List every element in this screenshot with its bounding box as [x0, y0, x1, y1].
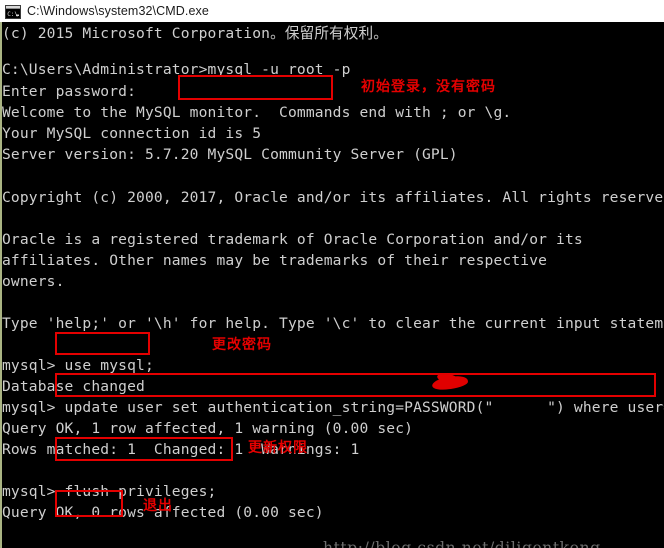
console-line: Your MySQL connection id is 5: [2, 125, 262, 142]
console-line: mysql> flush privileges;: [2, 483, 217, 500]
console-line: Welcome to the MySQL monitor. Commands e…: [2, 104, 512, 121]
console-line: Database changed: [2, 378, 145, 395]
note-quit: 退出: [143, 498, 173, 514]
blog-watermark: http://blog.csdn.net/diligentkong: [323, 539, 601, 548]
note-flush-privileges: 更新权限: [248, 440, 308, 456]
console-line: affiliates. Other names may be trademark…: [2, 252, 548, 269]
console-line: mysql> use mysql;: [2, 357, 154, 374]
console-line: Copyright (c) 2000, 2017, Oracle and/or …: [2, 189, 664, 206]
console-line: Query OK, 1 row affected, 1 warning (0.0…: [2, 420, 414, 437]
note-initial-login: 初始登录，没有密码: [361, 79, 496, 95]
note-change-password: 更改密码: [212, 337, 272, 353]
console-line: Enter password:: [2, 83, 137, 100]
console-window-icon: C:\: [5, 4, 21, 19]
console-line: Server version: 5.7.20 MySQL Community S…: [2, 146, 458, 163]
box-mysql-login: [178, 75, 333, 100]
console-line: Type 'help;' or '\h' for help. Type '\c'…: [2, 315, 664, 332]
console-line: (c) 2015 Microsoft Corporation。保留所有权利。: [2, 25, 389, 42]
console-line: C:\Users\Administrator>mysql -u root -p: [2, 61, 351, 78]
box-update-user: [55, 373, 656, 397]
console-line: Oracle is a registered trademark of Orac…: [2, 231, 583, 248]
console-output-area[interactable]: (c) 2015 Microsoft Corporation。保留所有权利。 C:…: [0, 22, 664, 548]
cmd-window: C:\ C:\Windows\system32\CMD.exe (c) 2015…: [0, 0, 664, 548]
console-line: mysql> update user set authentication_st…: [2, 399, 664, 416]
box-use-mysql: [55, 332, 150, 355]
window-title: C:\Windows\system32\CMD.exe: [27, 4, 209, 18]
window-titlebar: C:\ C:\Windows\system32\CMD.exe: [0, 0, 664, 22]
console-line: owners.: [2, 273, 65, 290]
